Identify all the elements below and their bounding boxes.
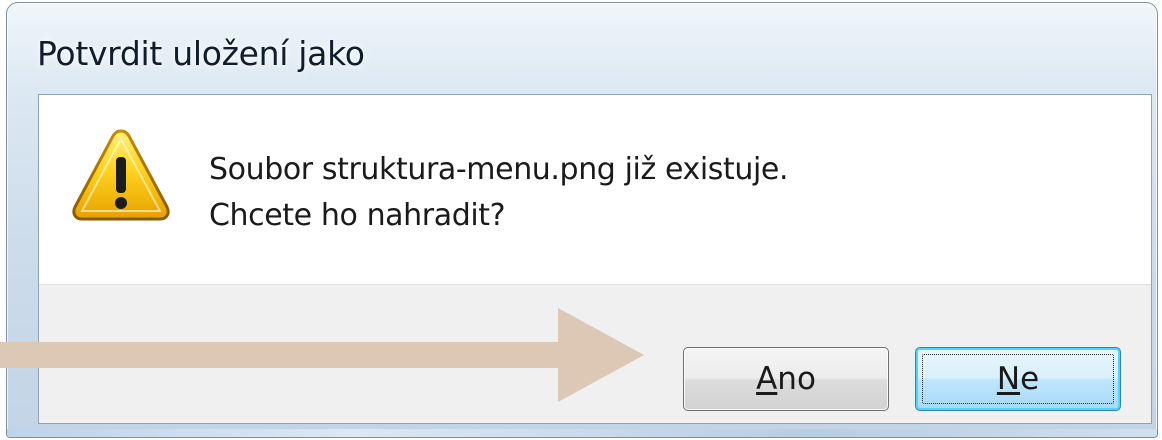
no-button-label: e xyxy=(1020,361,1040,397)
no-button-mnemonic: N xyxy=(996,361,1021,397)
dialog-client-area: Soubor struktura-menu.png již existuje. … xyxy=(38,94,1152,424)
yes-button-mnemonic: A xyxy=(756,361,778,397)
message-line-1: Soubor struktura-menu.png již existuje. xyxy=(209,152,789,187)
no-button[interactable]: Ne xyxy=(915,347,1121,411)
dialog-window: Potvrdit uložení jako Soubor struktura-m… xyxy=(6,2,1158,438)
message-area: Soubor struktura-menu.png již existuje. … xyxy=(39,95,1151,284)
dialog-message: Soubor struktura-menu.png již existuje. … xyxy=(209,147,789,239)
message-line-2: Chcete ho nahradit? xyxy=(209,198,506,233)
warning-icon xyxy=(72,129,170,221)
title-bar[interactable]: Potvrdit uložení jako xyxy=(37,31,365,75)
button-bar: Ano Ne xyxy=(39,284,1151,423)
yes-button-label: no xyxy=(777,361,816,397)
dialog-title: Potvrdit uložení jako xyxy=(37,33,365,73)
yes-button[interactable]: Ano xyxy=(683,347,889,411)
